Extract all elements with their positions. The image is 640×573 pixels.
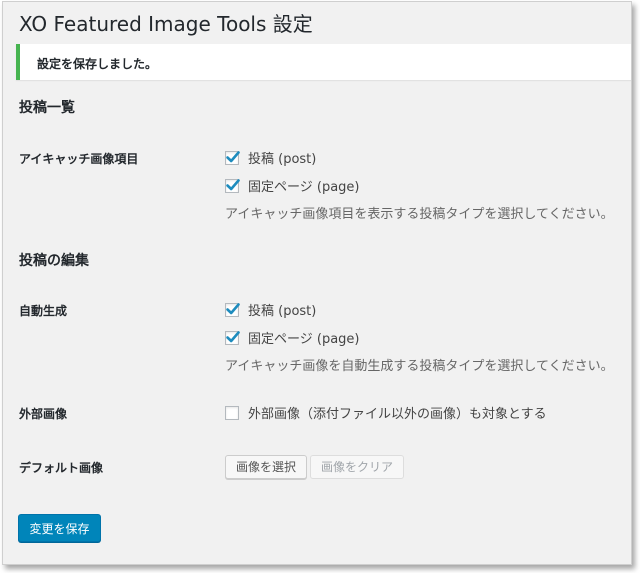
external-option[interactable]: 外部画像（添付ファイル以外の画像）も対象とする — [225, 403, 547, 422]
external-option-label: 外部画像（添付ファイル以外の画像）も対象とする — [248, 407, 547, 422]
autogen-page-checkbox[interactable] — [225, 330, 240, 345]
external-label: 外部画像 — [19, 407, 68, 421]
external-checkbox[interactable] — [225, 405, 239, 420]
eyecatch-option-page[interactable]: 固定ページ (page) — [225, 176, 359, 195]
autogen-option-post[interactable]: 投稿 (post) — [225, 300, 316, 319]
section-heading-edit: 投稿の編集 — [19, 253, 89, 269]
eyecatch-option-post[interactable]: 投稿 (post) — [225, 148, 316, 167]
autogen-option-page[interactable]: 固定ページ (page) — [225, 328, 359, 347]
check-icon — [226, 178, 240, 190]
section-heading-list: 投稿一覧 — [19, 100, 75, 116]
default-image-label: デフォルト画像 — [19, 461, 104, 475]
eyecatch-page-label: 固定ページ (page) — [248, 180, 360, 195]
autogen-page-label: 固定ページ (page) — [248, 332, 360, 347]
settings-page: XO Featured Image Tools 設定 設定を保存しました。 投稿… — [2, 1, 632, 565]
eyecatch-description: アイキャッチ画像項目を表示する投稿タイプを選択してください。 — [225, 207, 614, 222]
check-icon — [226, 302, 240, 314]
eyecatch-page-checkbox[interactable] — [225, 178, 240, 193]
check-icon — [226, 150, 240, 162]
page-title: XO Featured Image Tools 設定 — [19, 12, 313, 36]
eyecatch-label: アイキャッチ画像項目 — [19, 152, 139, 166]
autogen-post-checkbox[interactable] — [225, 302, 240, 317]
autogen-label: 自動生成 — [19, 304, 68, 318]
select-image-button[interactable]: 画像を選択 — [225, 455, 307, 479]
notice-text: 設定を保存しました。 — [37, 57, 158, 71]
autogen-description: アイキャッチ画像を自動生成する投稿タイプを選択してください。 — [225, 359, 614, 374]
success-notice: 設定を保存しました。 — [16, 44, 631, 80]
autogen-post-label: 投稿 (post) — [248, 304, 317, 319]
clear-image-button[interactable]: 画像をクリア — [310, 455, 404, 479]
check-icon — [226, 330, 240, 342]
eyecatch-post-label: 投稿 (post) — [248, 152, 317, 167]
eyecatch-post-checkbox[interactable] — [225, 150, 240, 165]
save-changes-button[interactable]: 変更を保存 — [18, 514, 101, 542]
